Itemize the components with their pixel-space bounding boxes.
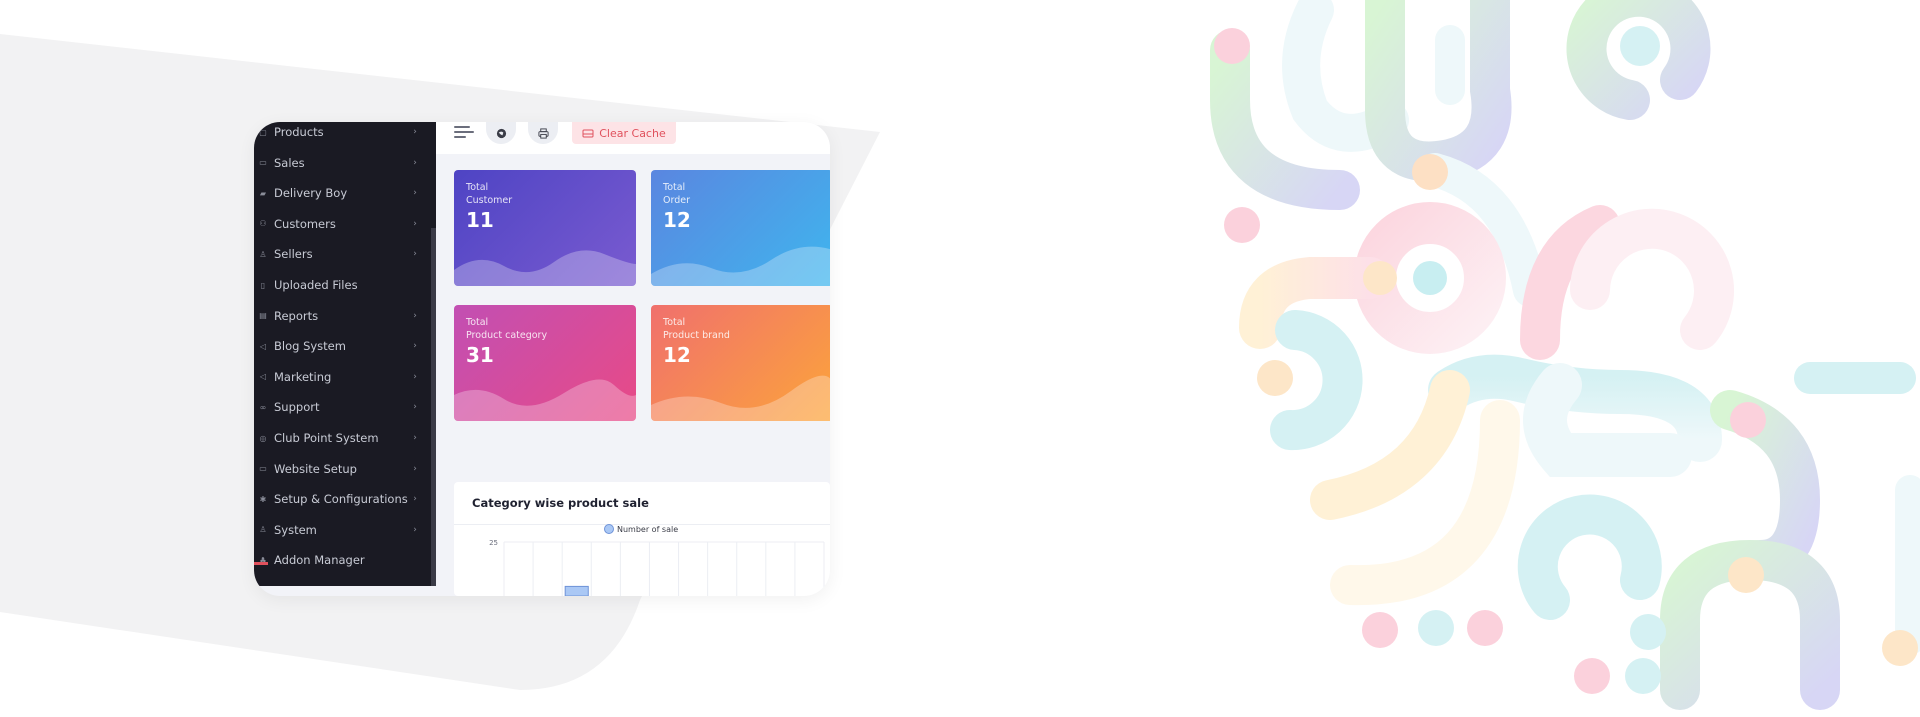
chevron-right-icon: › (413, 157, 417, 168)
sidebar-item-label: System (274, 522, 317, 537)
stat-card: Total Order 12 (651, 170, 830, 286)
stat-card: Total Product brand 12 (651, 305, 830, 421)
bullhorn-icon: ◁ (259, 372, 267, 382)
bullhorn-icon: ◁ (259, 341, 267, 351)
sidebar-item-label: Reports (274, 308, 319, 323)
sidebar-item-label: Club Point System (274, 431, 379, 445)
folder-icon: ▯ (260, 280, 266, 290)
sidebar-item-label: Sales (274, 155, 305, 170)
bar-chart: 25 Number of sale (489, 524, 825, 596)
sidebar-item-addon-manager[interactable]: ♣ Addon Manager (254, 547, 430, 573)
chevron-right-icon: › (413, 218, 417, 229)
sidebar-item-label: Customers (274, 216, 336, 231)
sidebar-item-website-setup[interactable]: ▭ Website Setup › (254, 456, 430, 482)
sidebar-item-club-point-system[interactable]: ◎ Club Point System › (254, 425, 430, 451)
card-wave (651, 246, 830, 286)
sidebar-item-label: Marketing (274, 369, 332, 384)
sidebar-item-support[interactable]: ∞ Support › (254, 394, 430, 420)
globe-icon[interactable] (486, 122, 516, 144)
truck-icon: ▰ (259, 188, 267, 198)
gear-icon: ✱ (259, 494, 267, 504)
card-wave (454, 250, 636, 286)
card-sublabel: Customer (466, 195, 513, 206)
link-icon: ∞ (259, 402, 267, 412)
stat-card: Total Customer 11 (454, 170, 636, 286)
sidebar-item-label: Setup & Configurations (274, 492, 408, 507)
file-icon: ▤ (259, 311, 267, 321)
card-value: 12 (663, 208, 691, 232)
user-icon: ♙ (259, 249, 267, 259)
card-value: 31 (466, 343, 494, 367)
sidebar-item-customers[interactable]: ⚇ Customers › (254, 211, 430, 237)
sidebar-item-setup-configurations[interactable]: ✱ Setup & Configurations › (254, 486, 430, 512)
sidebar-item-label: Delivery Boy (274, 186, 348, 201)
users-icon: ⚇ (259, 219, 267, 229)
chart-bar[interactable] (564, 585, 589, 596)
card-label: Total (466, 182, 489, 193)
card-value: 12 (663, 343, 691, 367)
sidebar-item-label: Products (274, 125, 324, 139)
sidebar-item-label: Addon Manager (274, 553, 365, 568)
chevron-right-icon: › (413, 494, 417, 505)
card-wave (651, 375, 830, 421)
sidebar: ▢ Products › ▭ Sales › ▰ Delivery Boy › ⚇ Customer… (254, 122, 436, 586)
sidebar-item-system[interactable]: ♙ System › (254, 517, 430, 543)
category-chart-panel: Category wise product sale 25 Number of s… (454, 482, 830, 596)
sidebar-item-sales[interactable]: ▭ Sales › (254, 150, 430, 176)
desktop-icon: ▭ (259, 464, 267, 474)
sidebar-item-label: Blog System (274, 339, 346, 354)
chevron-right-icon: › (413, 341, 417, 352)
chevron-right-icon: › (413, 433, 417, 443)
stat-card: Total Product category 31 (454, 305, 636, 421)
card-sublabel: Product brand (663, 330, 730, 341)
card-wave (454, 379, 636, 421)
card-label: Total (466, 317, 489, 328)
clear-cache-button[interactable]: Clear Cache (572, 122, 676, 144)
hamburger-icon[interactable] (454, 124, 474, 140)
printer-icon[interactable] (528, 122, 558, 144)
main-content: Clear Cache Total Customer 11 Total Order 12 T… (436, 122, 830, 596)
card-label: Total (663, 317, 686, 328)
chart-title: Category wise product sale (472, 496, 649, 510)
chevron-right-icon: › (413, 249, 417, 260)
money-icon: ▭ (259, 158, 267, 168)
box-icon: ▢ (259, 127, 267, 137)
card-sublabel: Product category (466, 330, 548, 341)
sidebar-item-label: Sellers (274, 247, 313, 262)
sidebar-item-label: Uploaded Files (274, 278, 358, 292)
sidebar-item-delivery-boy[interactable]: ▰ Delivery Boy › (254, 180, 430, 206)
chevron-right-icon: › (413, 371, 417, 382)
y-tick-label: 25 (489, 539, 498, 547)
cache-icon (582, 129, 594, 138)
legend-swatch[interactable] (604, 524, 614, 534)
sidebar-item-blog-system[interactable]: ◁ Blog System › (254, 333, 430, 359)
sidebar-item-label: Website Setup (274, 461, 357, 476)
chevron-right-icon: › (413, 463, 417, 474)
clear-cache-label: Clear Cache (599, 126, 666, 140)
sidebar-item-label: Support (274, 400, 320, 415)
topbar: Clear Cache (436, 122, 830, 154)
card-value: 11 (466, 208, 494, 232)
coin-icon: ◎ (259, 433, 267, 443)
sidebar-item-marketing[interactable]: ◁ Marketing › (254, 364, 430, 390)
dashboard-screenshot: ▢ Products › ▭ Sales › ▰ Delivery Boy › ⚇ Customer… (254, 122, 830, 596)
legend-label[interactable]: Number of sale (617, 525, 678, 534)
sidebar-item-sellers[interactable]: ♙ Sellers › (254, 241, 430, 267)
chevron-right-icon: › (413, 127, 417, 137)
active-indicator (254, 562, 268, 565)
sidebar-item-products[interactable]: ▢ Products › (254, 122, 430, 145)
decorative-pattern (1210, 0, 1920, 710)
chevron-right-icon: › (413, 524, 417, 535)
sidebar-item-uploaded-files[interactable]: ▯ Uploaded Files (254, 272, 430, 298)
chevron-right-icon: › (413, 402, 417, 413)
chevron-right-icon: › (413, 310, 417, 321)
card-label: Total (663, 182, 686, 193)
chevron-right-icon: › (413, 188, 417, 199)
user-icon: ♙ (259, 525, 267, 535)
sidebar-item-reports[interactable]: ▤ Reports › (254, 303, 430, 329)
card-sublabel: Order (663, 195, 690, 206)
